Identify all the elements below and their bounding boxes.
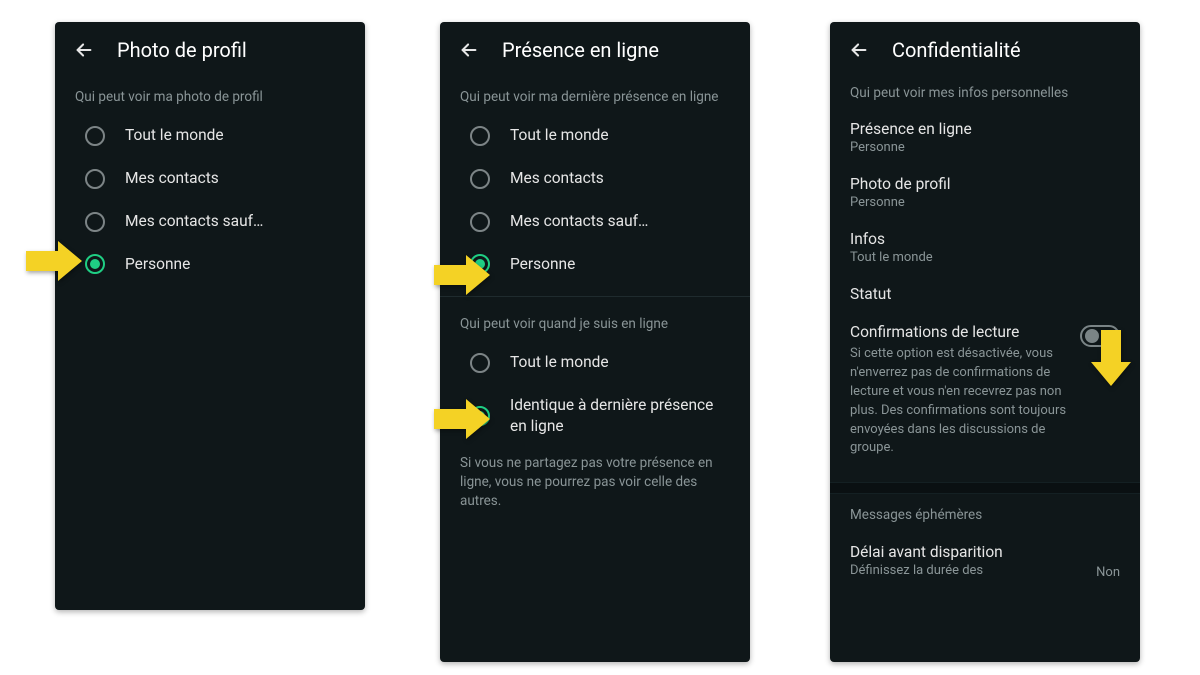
section-online-now: Qui peut voir quand je suis en ligne Tou…	[440, 299, 750, 448]
radio-icon	[85, 169, 105, 189]
setting-status[interactable]: Statut	[830, 275, 1140, 313]
footer-note: Si vous ne partagez pas votre présence e…	[440, 448, 750, 511]
divider	[440, 296, 750, 297]
section-label: Qui peut voir mes infos personnelles	[830, 72, 1140, 110]
setting-description: Si cette option est désactivée, vous n'e…	[850, 345, 1070, 458]
page-title: Confidentialité	[892, 38, 1021, 62]
radio-option[interactable]: Mes contacts sauf…	[440, 200, 750, 243]
setting-title: Présence en ligne	[850, 120, 1120, 138]
back-arrow-icon[interactable]	[848, 39, 870, 61]
screen-profile-photo: Photo de profil Qui peut voir ma photo d…	[55, 22, 365, 610]
option-label: Tout le monde	[125, 125, 224, 146]
option-label: Mes contacts sauf…	[510, 211, 648, 232]
section-last-seen: Qui peut voir ma dernière présence en li…	[440, 72, 750, 286]
back-arrow-icon[interactable]	[458, 39, 480, 61]
radio-option[interactable]: Mes contacts sauf…	[55, 200, 365, 243]
radio-option[interactable]: Personne	[440, 243, 750, 286]
setting-profile-photo[interactable]: Photo de profil Personne	[830, 165, 1140, 220]
option-label: Mes contacts	[510, 168, 604, 189]
setting-title: Statut	[850, 285, 1120, 303]
section-label: Qui peut voir ma dernière présence en li…	[440, 76, 750, 114]
radio-option[interactable]: Mes contacts	[440, 157, 750, 200]
setting-value: Personne	[850, 140, 1120, 155]
app-bar: Présence en ligne	[440, 22, 750, 72]
setting-value: Non	[1096, 565, 1120, 580]
setting-read-receipts: Confirmations de lecture Si cette option…	[830, 313, 1140, 468]
radio-icon	[470, 254, 490, 274]
screen-online-presence: Présence en ligne Qui peut voir ma derni…	[440, 22, 750, 662]
radio-icon	[85, 254, 105, 274]
setting-about[interactable]: Infos Tout le monde	[830, 220, 1140, 275]
option-label: Personne	[125, 254, 190, 275]
app-bar: Confidentialité	[830, 22, 1140, 72]
radio-icon	[470, 406, 490, 426]
option-label: Mes contacts	[125, 168, 219, 189]
setting-title: Délai avant disparition	[850, 543, 1003, 561]
radio-option[interactable]: Tout le monde	[55, 114, 365, 157]
radio-icon	[470, 212, 490, 232]
page-title: Photo de profil	[117, 38, 247, 62]
option-label: Tout le monde	[510, 125, 609, 146]
setting-title: Infos	[850, 230, 1120, 248]
page-title: Présence en ligne	[502, 38, 659, 62]
setting-title: Photo de profil	[850, 175, 1120, 193]
setting-title: Confirmations de lecture	[850, 323, 1070, 341]
section-who-can-see-profile-photo: Qui peut voir ma photo de profil Tout le…	[55, 72, 365, 286]
option-label: Tout le monde	[510, 352, 609, 373]
radio-option[interactable]: Identique à dernière présence en ligne	[440, 384, 750, 448]
section-divider	[830, 482, 1140, 494]
setting-description: Définissez la durée des	[850, 563, 1003, 578]
radio-option[interactable]: Tout le monde	[440, 114, 750, 157]
section-label: Qui peut voir quand je suis en ligne	[440, 303, 750, 341]
setting-value: Personne	[850, 195, 1120, 210]
radio-icon	[470, 126, 490, 146]
section-label: Qui peut voir ma photo de profil	[55, 76, 365, 114]
radio-icon	[85, 212, 105, 232]
option-label: Mes contacts sauf…	[125, 211, 263, 232]
radio-icon	[85, 126, 105, 146]
section-label: Messages éphémères	[830, 494, 1140, 532]
radio-option[interactable]: Tout le monde	[440, 341, 750, 384]
back-arrow-icon[interactable]	[73, 39, 95, 61]
option-label: Identique à dernière présence en ligne	[510, 395, 730, 437]
screen-privacy: Confidentialité Qui peut voir mes infos …	[830, 22, 1140, 662]
app-bar: Photo de profil	[55, 22, 365, 72]
radio-option[interactable]: Personne	[55, 243, 365, 286]
radio-icon	[470, 353, 490, 373]
read-receipts-toggle[interactable]	[1080, 325, 1120, 347]
setting-value: Tout le monde	[850, 250, 1120, 265]
setting-online-presence[interactable]: Présence en ligne Personne	[830, 110, 1140, 165]
radio-option[interactable]: Mes contacts	[55, 157, 365, 200]
radio-icon	[470, 169, 490, 189]
option-label: Personne	[510, 254, 575, 275]
setting-disappearing-timer[interactable]: Délai avant disparition Définissez la du…	[830, 533, 1140, 590]
